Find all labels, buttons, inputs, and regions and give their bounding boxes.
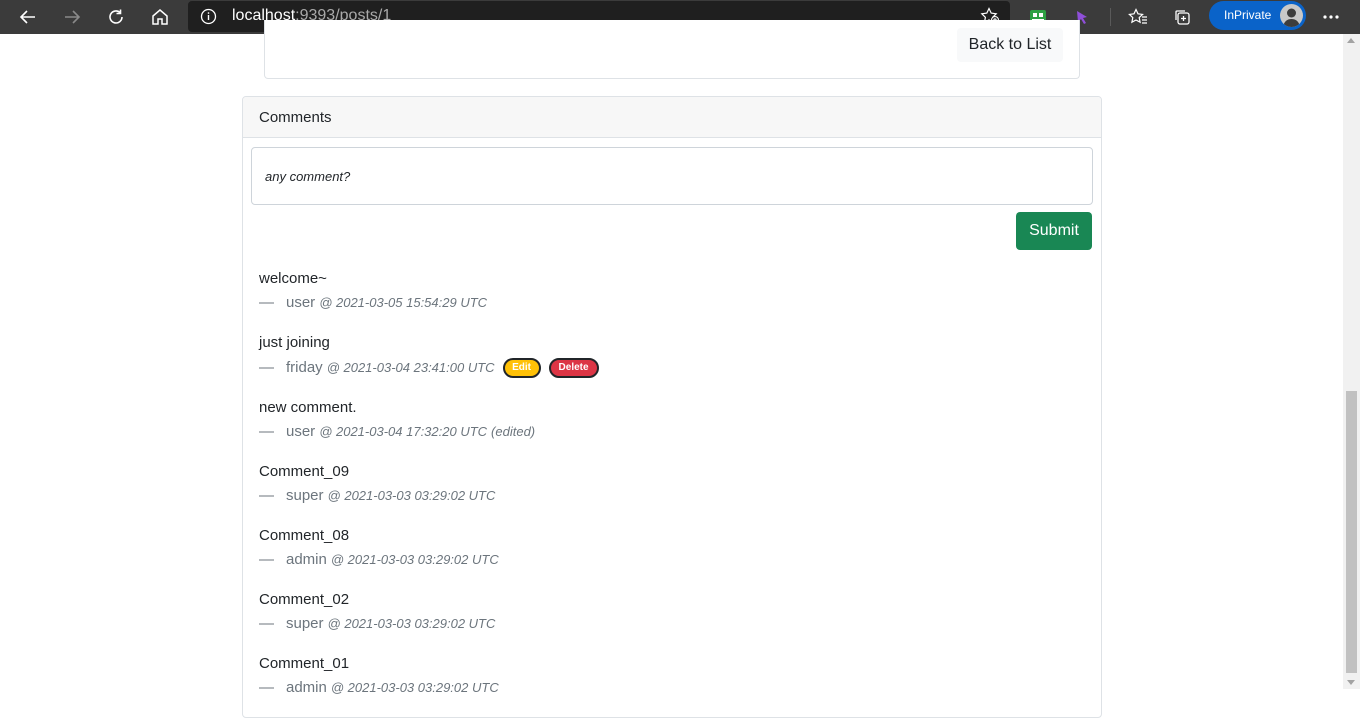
comment-author: user — [286, 423, 316, 440]
back-arrow-icon[interactable] — [12, 2, 44, 32]
inprivate-button[interactable]: InPrivate — [1209, 1, 1306, 30]
scroll-up-icon[interactable] — [1347, 38, 1355, 43]
comment-input-placeholder: any comment? — [265, 169, 351, 184]
toolbar-divider — [1110, 8, 1111, 26]
comment-author: friday — [286, 359, 323, 376]
edit-comment-button[interactable]: Edit — [502, 358, 541, 378]
comment-dash: — — [259, 359, 274, 376]
inprivate-label: InPrivate — [1224, 8, 1272, 22]
home-icon[interactable] — [144, 2, 176, 32]
comment-author: user — [286, 294, 316, 311]
collections-icon[interactable] — [1166, 2, 1198, 32]
comments-title: Comments — [259, 109, 332, 126]
info-icon[interactable] — [200, 8, 217, 30]
comment-author: super — [286, 615, 324, 632]
comment-text: Comment_02 — [259, 591, 350, 608]
comment-timestamp: @ 2021-03-05 15:54:29 UTC — [319, 295, 488, 310]
comment-author: super — [286, 487, 324, 504]
comment-input[interactable]: any comment? — [251, 147, 1093, 205]
post-card: Back to List — [264, 20, 1080, 79]
comment-timestamp: @ 2021-03-04 23:41:00 UTC — [326, 360, 495, 375]
comment-text: Comment_01 — [259, 655, 350, 672]
scroll-down-icon[interactable] — [1347, 680, 1355, 685]
comment-meta: — super @ 2021-03-03 03:29:02 UTC — [259, 615, 495, 633]
comment-meta: — friday @ 2021-03-04 23:41:00 UTC Edit … — [259, 358, 599, 378]
comment-meta: — admin @ 2021-03-03 03:29:02 UTC — [259, 679, 499, 697]
comment-meta: — super @ 2021-03-03 03:29:02 UTC — [259, 487, 495, 505]
forward-arrow-icon[interactable] — [56, 2, 88, 32]
more-icon[interactable] — [1315, 2, 1347, 32]
scrollbar-thumb[interactable] — [1346, 391, 1357, 673]
comment-dash: — — [259, 487, 274, 504]
comment-author: admin — [286, 679, 327, 696]
comment-timestamp: @ 2021-03-03 03:29:02 UTC — [330, 680, 499, 695]
comment-text: Comment_08 — [259, 527, 350, 544]
comment-text: new comment. — [259, 399, 357, 416]
comment-text: just joining — [259, 334, 330, 351]
comment-text: welcome~ — [259, 270, 327, 287]
profile-avatar-icon — [1280, 4, 1303, 27]
back-to-list-button[interactable]: Back to List — [957, 28, 1063, 62]
comment-dash: — — [259, 423, 274, 440]
comment-meta: — user @ 2021-03-05 15:54:29 UTC — [259, 294, 487, 312]
comment-timestamp: @ 2021-03-03 03:29:02 UTC — [330, 552, 499, 567]
comment-dash: — — [259, 551, 274, 568]
submit-button[interactable]: Submit — [1016, 212, 1092, 250]
comment-dash: — — [259, 615, 274, 632]
comment-timestamp: @ 2021-03-04 17:32:20 UTC — [319, 424, 488, 439]
comments-card: Comments any comment? Submit welcome~ — … — [242, 96, 1102, 718]
comment-dash: — — [259, 679, 274, 696]
comment-timestamp: @ 2021-03-03 03:29:02 UTC — [327, 488, 496, 503]
delete-comment-button[interactable]: Delete — [548, 358, 599, 378]
page-scrollbar[interactable] — [1343, 34, 1360, 689]
comment-meta: — user @ 2021-03-04 17:32:20 UTC (edited… — [259, 423, 535, 441]
comments-header: Comments — [243, 97, 1101, 138]
comment-meta: — admin @ 2021-03-03 03:29:02 UTC — [259, 551, 499, 569]
comment-timestamp: @ 2021-03-03 03:29:02 UTC — [327, 616, 496, 631]
comment-edited-label: (edited) — [491, 424, 536, 439]
comment-text: Comment_09 — [259, 463, 350, 480]
comment-dash: — — [259, 294, 274, 311]
favorites-icon[interactable] — [1122, 2, 1154, 32]
refresh-icon[interactable] — [100, 2, 132, 32]
comment-author: admin — [286, 551, 327, 568]
